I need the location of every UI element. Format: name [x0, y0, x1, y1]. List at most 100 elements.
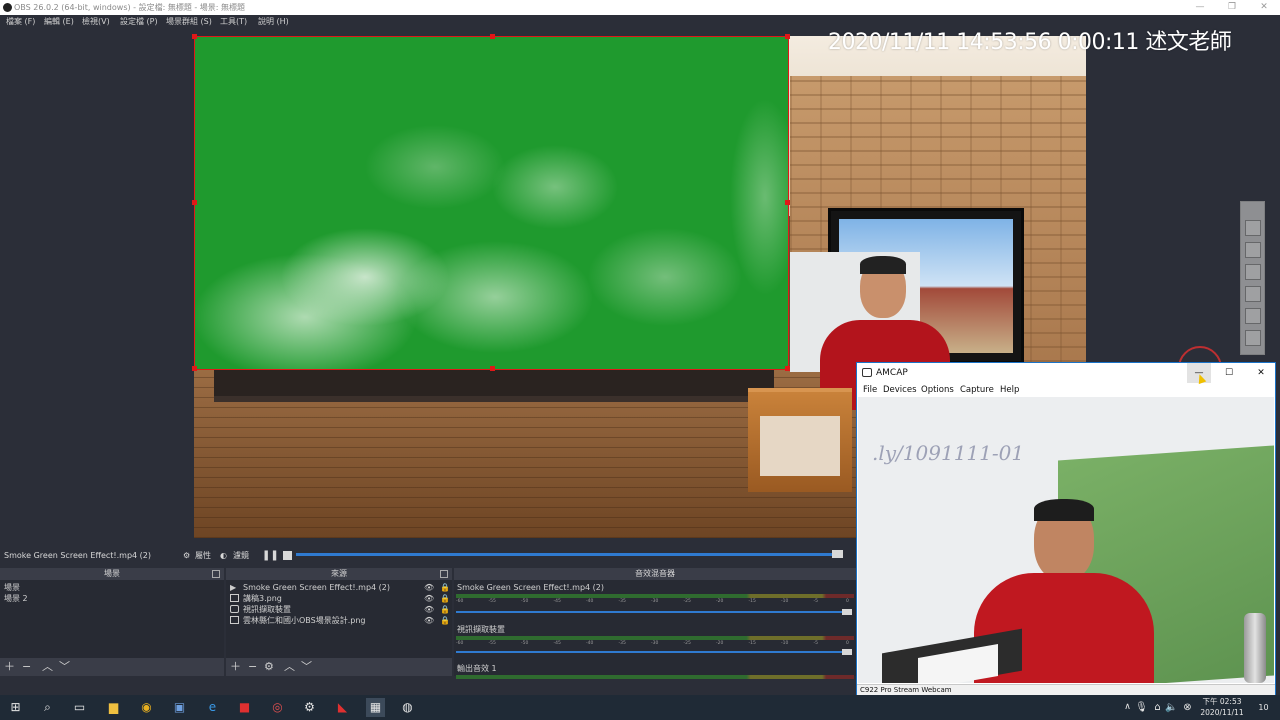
highlighter-tool-icon[interactable]: [1245, 264, 1261, 280]
meter-tick-label: -25: [683, 599, 691, 604]
menu-scene-collection[interactable]: 場景群組 (S): [166, 15, 212, 29]
meter-tick-label: -30: [651, 641, 659, 646]
scene-item[interactable]: 場景: [0, 582, 222, 593]
amcap-menu-capture[interactable]: Capture: [960, 383, 994, 397]
gear-icon[interactable]: ⚙: [183, 545, 190, 566]
volume-meter: [456, 675, 854, 679]
amcap-menu-help[interactable]: Help: [1000, 383, 1019, 397]
resize-handle[interactable]: [785, 366, 790, 371]
lock-icon[interactable]: 🔒: [440, 582, 450, 593]
notification-icon[interactable]: 10: [1254, 698, 1273, 717]
timestamp-overlay: 2020/11/11 14:53:56 0:00:11 述文老師: [828, 30, 1232, 55]
clear-tool-icon[interactable]: [1245, 330, 1261, 346]
eye-icon[interactable]: 👁: [424, 593, 434, 604]
restore-icon[interactable]: ❐: [1220, 0, 1244, 15]
eye-icon[interactable]: 👁: [424, 604, 434, 615]
resize-handle[interactable]: [490, 34, 495, 39]
eraser-tool-icon[interactable]: [1245, 286, 1261, 302]
minimize-icon[interactable]: —: [1188, 0, 1212, 15]
resize-handle[interactable]: [192, 366, 197, 371]
meter-tick-label: -35: [618, 641, 626, 646]
camera-icon: [862, 368, 872, 377]
meter-tick-label: -40: [586, 599, 594, 604]
properties-button[interactable]: 屬性: [195, 545, 211, 566]
source-label: 視訊擷取裝置: [243, 605, 291, 614]
task-view-icon[interactable]: ▭: [70, 698, 89, 717]
file-explorer-icon[interactable]: ▆: [104, 698, 123, 717]
add-icon[interactable]: ＋: [230, 660, 241, 674]
resize-handle[interactable]: [785, 200, 790, 205]
amcap-menu-bar: File Devices Options Capture Help: [857, 383, 1275, 397]
menu-tools[interactable]: 工具(T): [220, 15, 247, 29]
volume-slider-handle[interactable]: [842, 609, 852, 615]
volume-slider[interactable]: [456, 651, 842, 653]
media-seek-bar[interactable]: [296, 553, 838, 556]
menu-profile[interactable]: 設定檔 (P): [120, 15, 158, 29]
menu-view[interactable]: 檢視(V): [82, 15, 110, 29]
filter-icon[interactable]: ◐: [220, 545, 227, 566]
eye-icon[interactable]: 👁: [424, 582, 434, 593]
amcap-menu-file[interactable]: File: [863, 383, 877, 397]
media-app-icon[interactable]: ◎: [268, 698, 287, 717]
start-icon[interactable]: ⊞: [6, 698, 25, 717]
obs-taskbar-icon[interactable]: ◍: [398, 698, 417, 717]
amcap-taskbar-icon[interactable]: ▦: [366, 698, 385, 717]
move-up-icon[interactable]: ︿: [42, 660, 53, 674]
volume-slider[interactable]: [456, 611, 842, 613]
chrome-icon[interactable]: ◉: [137, 698, 156, 717]
lock-icon[interactable]: 🔒: [440, 604, 450, 615]
edge-icon[interactable]: e: [203, 698, 222, 717]
pause-icon[interactable]: ❚❚: [262, 545, 279, 566]
close-icon[interactable]: ✕: [1251, 363, 1271, 383]
filters-button[interactable]: 濾鏡: [233, 545, 249, 566]
lock-icon[interactable]: 🔒: [440, 593, 450, 604]
mixer-channel-name: 輸出音效 1: [457, 664, 497, 673]
menu-file[interactable]: 檔案 (F): [6, 15, 35, 29]
app-icon[interactable]: ▣: [170, 698, 189, 717]
resize-handle[interactable]: [192, 34, 197, 39]
pointer-tool-icon[interactable]: [1245, 220, 1261, 236]
taskbar-clock[interactable]: 下午 02:53 2020/11/11: [1194, 696, 1250, 718]
clock-time: 下午 02:53: [1202, 697, 1242, 706]
media-seek-handle[interactable]: [832, 550, 843, 558]
undock-icon[interactable]: [440, 570, 448, 578]
volume-meter: [456, 636, 854, 640]
gear-icon[interactable]: ⚙: [264, 660, 274, 674]
cc-app-icon[interactable]: ■: [235, 698, 254, 717]
volume-slider-handle[interactable]: [842, 649, 852, 655]
smoke-green-screen-source[interactable]: [192, 34, 790, 371]
resize-handle[interactable]: [192, 200, 197, 205]
meter-tick-label: -50: [521, 641, 529, 646]
resize-handle[interactable]: [785, 34, 790, 39]
mixer-channel-name: 視訊擷取裝置: [457, 625, 505, 634]
add-icon[interactable]: ＋: [4, 660, 15, 674]
remove-icon[interactable]: −: [248, 660, 257, 674]
meter-tick-label: -10: [781, 599, 789, 604]
settings-icon[interactable]: ⚙: [300, 698, 319, 717]
maximize-icon[interactable]: ☐: [1219, 363, 1239, 383]
amcap-menu-options[interactable]: Options: [921, 383, 954, 397]
amcap-title: AMCAP: [876, 368, 908, 378]
selected-source-name: Smoke Green Screen Effect!.mp4 (2): [4, 551, 152, 560]
menu-help[interactable]: 說明 (H): [258, 15, 289, 29]
line-tool-icon[interactable]: [1245, 308, 1261, 324]
search-icon[interactable]: ⌕: [38, 698, 57, 717]
pen-tool-icon[interactable]: [1245, 242, 1261, 258]
water-bottle: [1244, 613, 1266, 683]
move-down-icon[interactable]: ﹀: [59, 660, 70, 674]
close-icon[interactable]: ✕: [1252, 0, 1276, 15]
lock-icon[interactable]: 🔒: [440, 615, 450, 626]
move-up-icon[interactable]: ︿: [284, 660, 295, 674]
meter-ticks: -60 -55 -50 -45 -40 -35 -30 -25 -20 -15 -10 -5 0: [456, 599, 854, 606]
app-icon[interactable]: ◣: [333, 698, 352, 717]
scene-item[interactable]: 場景 2: [0, 593, 222, 604]
menu-edit[interactable]: 編輯 (E): [44, 15, 74, 29]
undock-icon[interactable]: [212, 570, 220, 578]
eye-icon[interactable]: 👁: [424, 615, 434, 626]
resize-handle[interactable]: [490, 366, 495, 371]
amcap-menu-devices[interactable]: Devices: [883, 383, 917, 397]
sources-dock-title: 來源: [226, 568, 452, 580]
move-down-icon[interactable]: ﹀: [301, 660, 312, 674]
remove-icon[interactable]: −: [22, 660, 31, 674]
stop-icon[interactable]: [283, 551, 292, 560]
